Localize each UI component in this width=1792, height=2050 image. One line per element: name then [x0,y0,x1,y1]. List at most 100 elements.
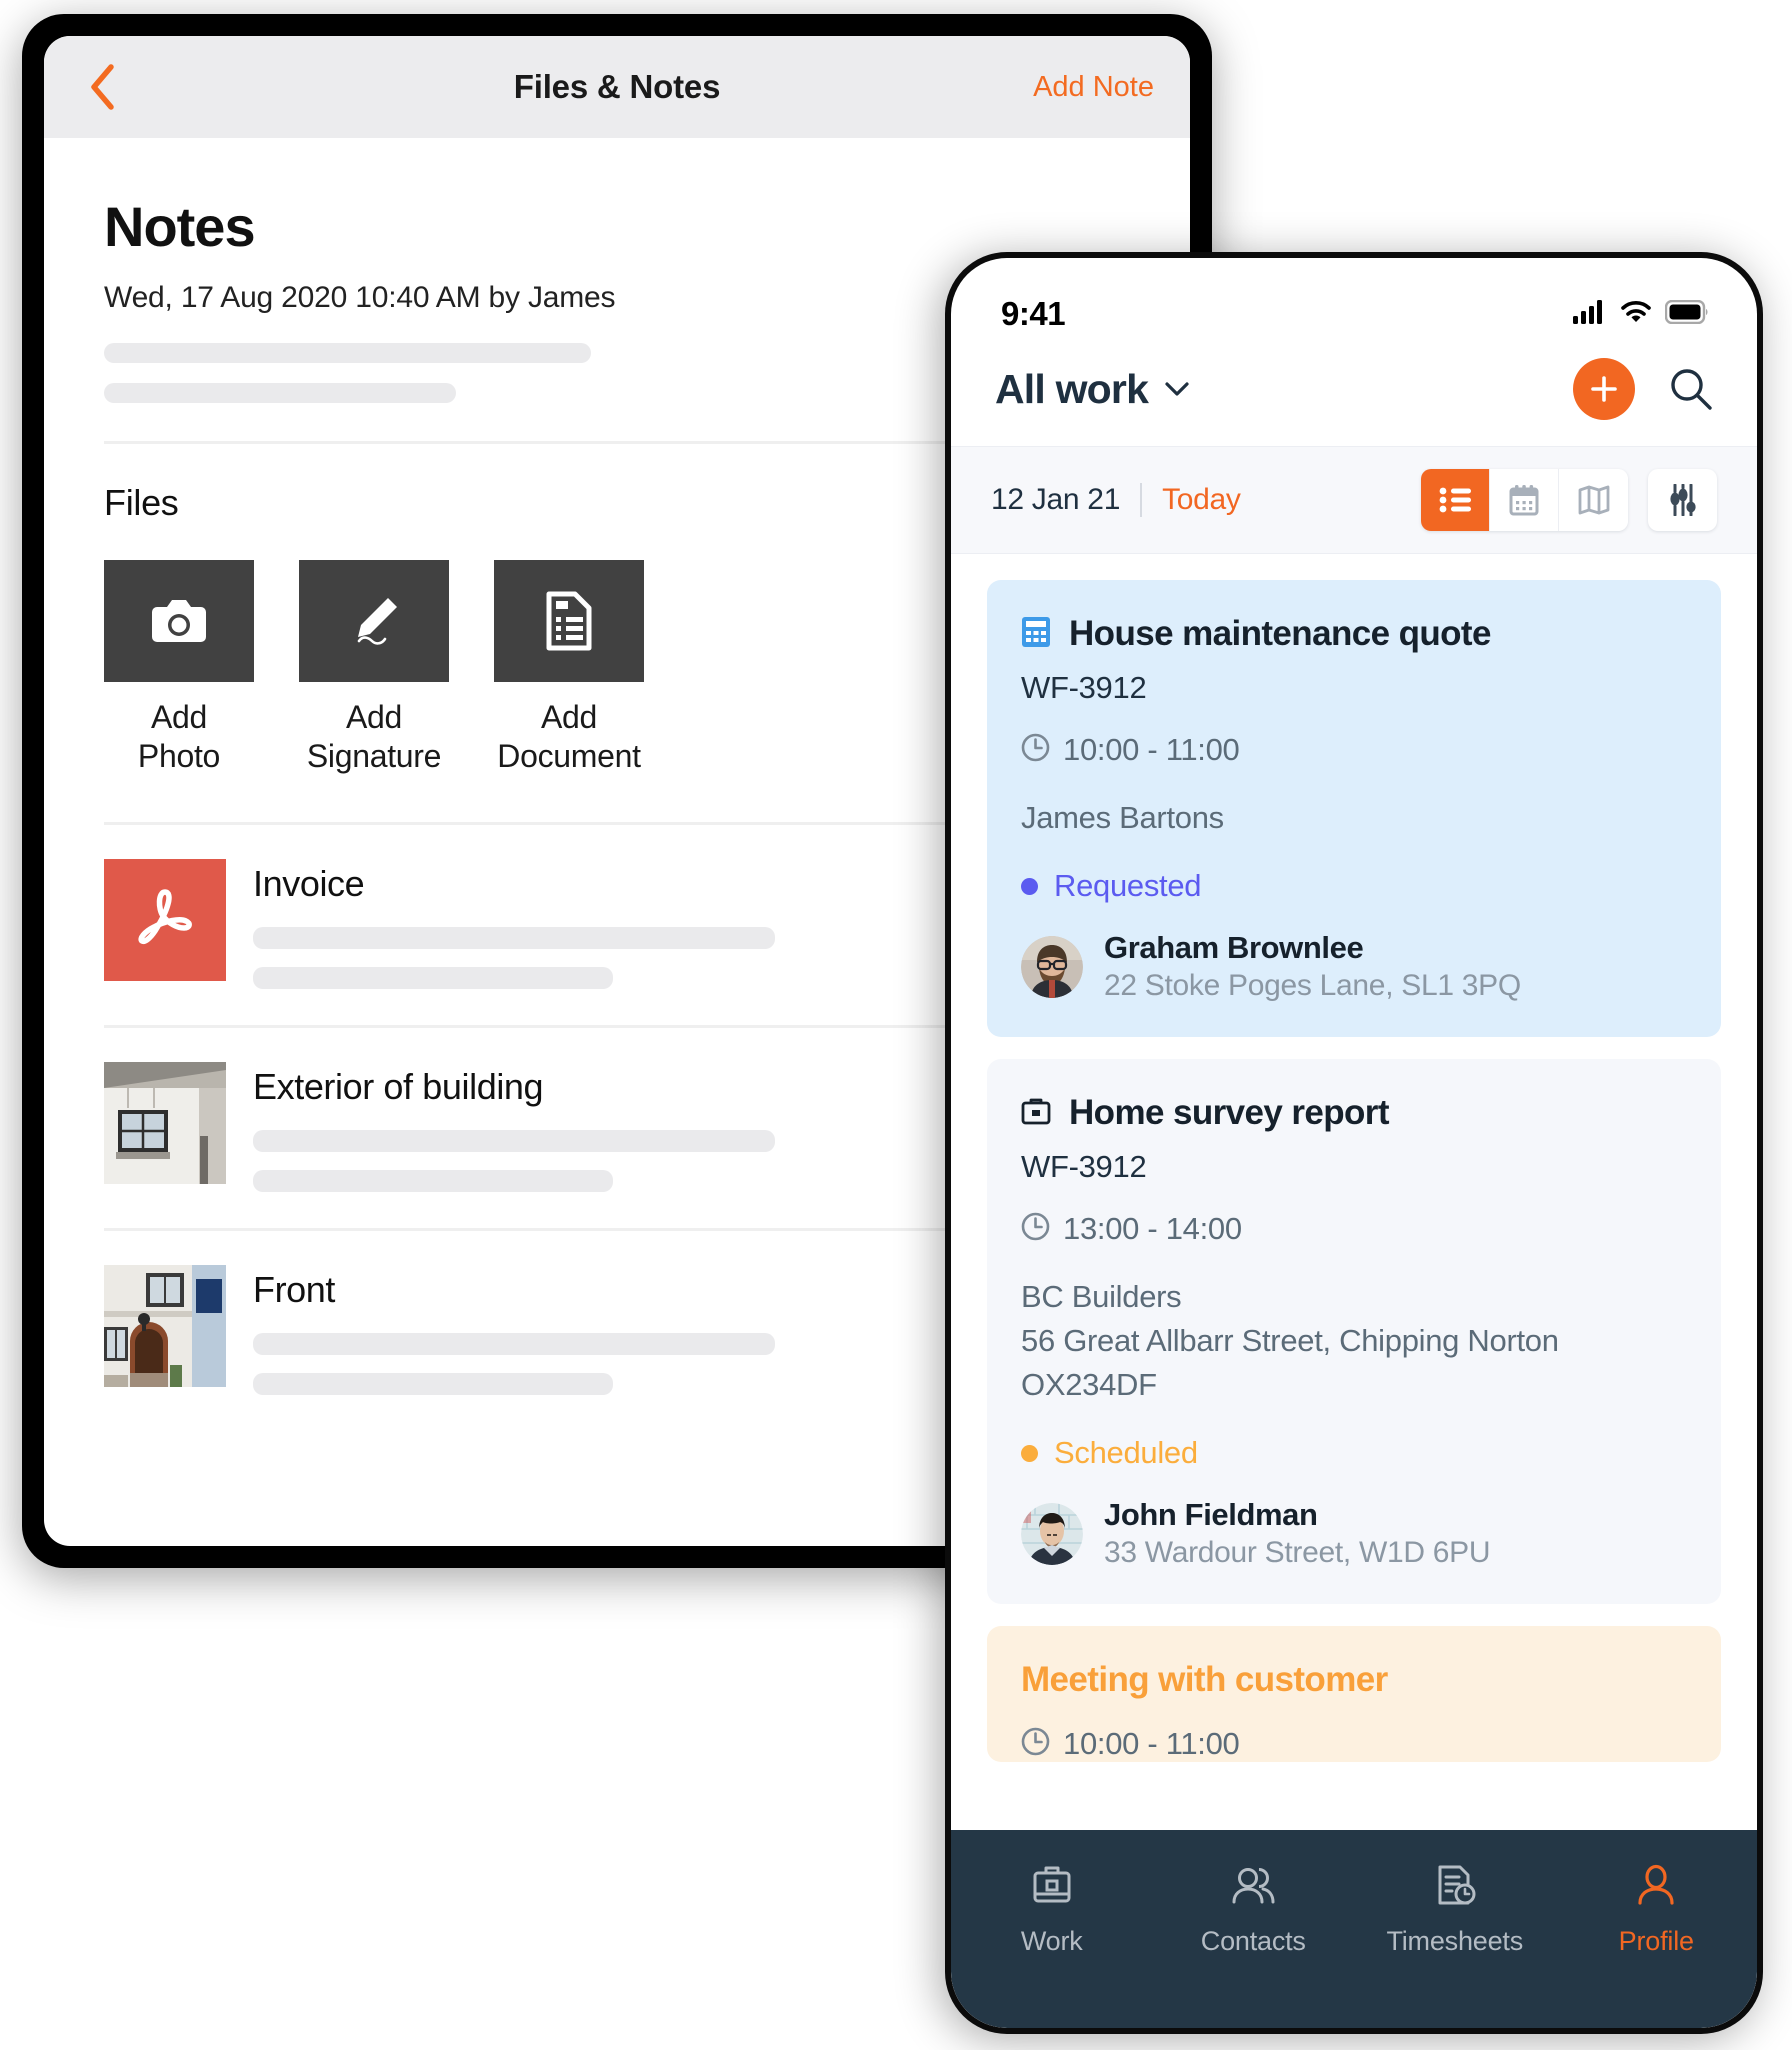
phone-screen: 9:41 All work 12 Jan 21 Today House main… [951,258,1757,2028]
sliders-icon [1669,484,1696,516]
job-customer: BC Builders 56 Great Allbarr Street, Chi… [1021,1279,1559,1403]
placeholder-line [253,967,613,990]
wifi-icon [1620,300,1652,329]
date-toolbar: 12 Jan 21 Today [951,446,1757,554]
status-dot [1021,877,1038,895]
add-signature-button[interactable]: Add Signature [299,560,449,776]
work-filter-title[interactable]: All work [995,366,1149,413]
add-photo-label: Add Photo [137,699,221,775]
chevron-left-icon[interactable] [80,64,124,110]
assignee-address: 22 Stoke Poges Lane, SL1 3PQ [1104,969,1521,1003]
placeholder-line [253,1130,775,1153]
camera-icon [104,560,254,682]
job-time-row: 10:00 - 11:00 [1021,732,1687,768]
calendar-icon [1509,485,1539,516]
add-document-button[interactable]: Add Document [494,560,644,776]
tab-profile-label: Profile [1618,1926,1694,1956]
assignee-text: John Fieldman 33 Wardour Street, W1D 6PU [1104,1497,1491,1570]
person-icon [1633,1862,1679,1913]
timesheet-icon [1432,1862,1478,1913]
tablet-navbar: Files & Notes Add Note [44,36,1190,138]
add-document-label: Add Document [497,699,641,775]
assignee-name: Graham Brownlee [1104,930,1364,966]
tab-contacts-label: Contacts [1200,1926,1306,1956]
current-date[interactable]: 12 Jan 21 [991,483,1120,517]
job-time-row: 10:00 - 11:00 [1021,1726,1687,1762]
phone-device: 9:41 All work 12 Jan 21 Today House main… [945,252,1763,2034]
tab-profile[interactable]: Profile [1556,1862,1758,1957]
job-title: Home survey report [1069,1093,1389,1133]
divider [1140,483,1143,517]
map-view-button[interactable] [1559,469,1628,531]
cellular-signal-icon [1573,299,1607,329]
document-icon [494,560,644,682]
job-title-row: Meeting with customer [1021,1660,1687,1700]
page-title: Files & Notes [513,68,721,105]
job-time: 13:00 - 14:00 [1063,1211,1242,1247]
assignee-text: Graham Brownlee 22 Stoke Poges Lane, SL1… [1104,930,1521,1003]
add-photo-button[interactable]: Add Photo [104,560,254,776]
placeholder-line [253,927,775,950]
pdf-icon [104,859,226,982]
status-badge: Requested [1021,868,1687,904]
job-time: 10:00 - 11:00 [1063,1726,1240,1762]
add-note-button[interactable]: Add Note [1033,71,1154,104]
today-button[interactable]: Today [1162,483,1241,517]
phone-header: All work [951,344,1757,446]
assignee[interactable]: John Fieldman 33 Wardour Street, W1D 6PU [1021,1497,1687,1570]
briefcase-icon [1029,1862,1075,1913]
clock-icon [1021,1212,1050,1246]
notes-heading: Notes [104,195,256,258]
view-toggle-group [1421,469,1628,531]
job-time-row: 13:00 - 14:00 [1021,1211,1687,1247]
job-time: 10:00 - 11:00 [1063,732,1240,767]
clock-icon [1021,1727,1050,1761]
header-actions [1573,358,1713,420]
chevron-down-icon[interactable] [1164,381,1190,397]
status-badge: Scheduled [1021,1435,1687,1471]
filter-button[interactable] [1648,469,1717,531]
list-item[interactable]: Meeting with customer 10:00 - 11:00 [987,1626,1721,1763]
list-item[interactable]: House maintenance quote WF-3912 10:00 - … [987,580,1721,1038]
bottom-tab-bar: Work Contacts Timesheets Profile [951,1830,1757,2028]
photo-building-side [104,1062,226,1185]
search-icon[interactable] [1669,367,1713,411]
plus-icon [1591,376,1617,402]
avatar [1021,1502,1083,1565]
calendar-view-button[interactable] [1490,469,1559,531]
clock-icon [1021,733,1050,767]
assignee[interactable]: Graham Brownlee 22 Stoke Poges Lane, SL1… [1021,930,1687,1003]
job-customer: James Bartons [1021,800,1224,835]
assignee-address: 33 Wardour Street, W1D 6PU [1104,1536,1491,1570]
map-icon [1578,485,1609,515]
status-dot [1021,1444,1038,1462]
job-title-row: Home survey report [1021,1093,1687,1133]
job-title-row: House maintenance quote [1021,614,1687,654]
status-bar: 9:41 [951,258,1757,344]
placeholder-line [253,1333,775,1356]
quote-calculator-icon [1021,616,1051,653]
list-icon [1439,487,1471,513]
battery-icon [1664,299,1709,329]
placeholder-line [253,1373,613,1396]
pencil-signature-icon [299,560,449,682]
add-button[interactable] [1573,358,1635,420]
list-view-button[interactable] [1421,469,1490,531]
placeholder-line [104,383,456,403]
job-reference: WF-3912 [1021,670,1147,705]
placeholder-line [253,1170,613,1193]
status-bar-icons [1573,299,1709,329]
status-label: Scheduled [1054,1435,1198,1471]
tab-timesheets-label: Timesheets [1386,1926,1524,1956]
assignee-name: John Fieldman [1104,1497,1318,1533]
tab-work[interactable]: Work [951,1862,1153,1957]
tab-contacts[interactable]: Contacts [1153,1862,1355,1957]
list-item[interactable]: Home survey report WF-3912 13:00 - 14:00… [987,1059,1721,1605]
avatar [1021,935,1083,998]
toolbox-icon [1021,1096,1051,1131]
tab-timesheets[interactable]: Timesheets [1354,1862,1556,1957]
job-list[interactable]: House maintenance quote WF-3912 10:00 - … [951,554,1757,2028]
people-icon [1229,1862,1277,1913]
tab-work-label: Work [1020,1926,1083,1956]
add-signature-label: Add Signature [306,699,442,775]
